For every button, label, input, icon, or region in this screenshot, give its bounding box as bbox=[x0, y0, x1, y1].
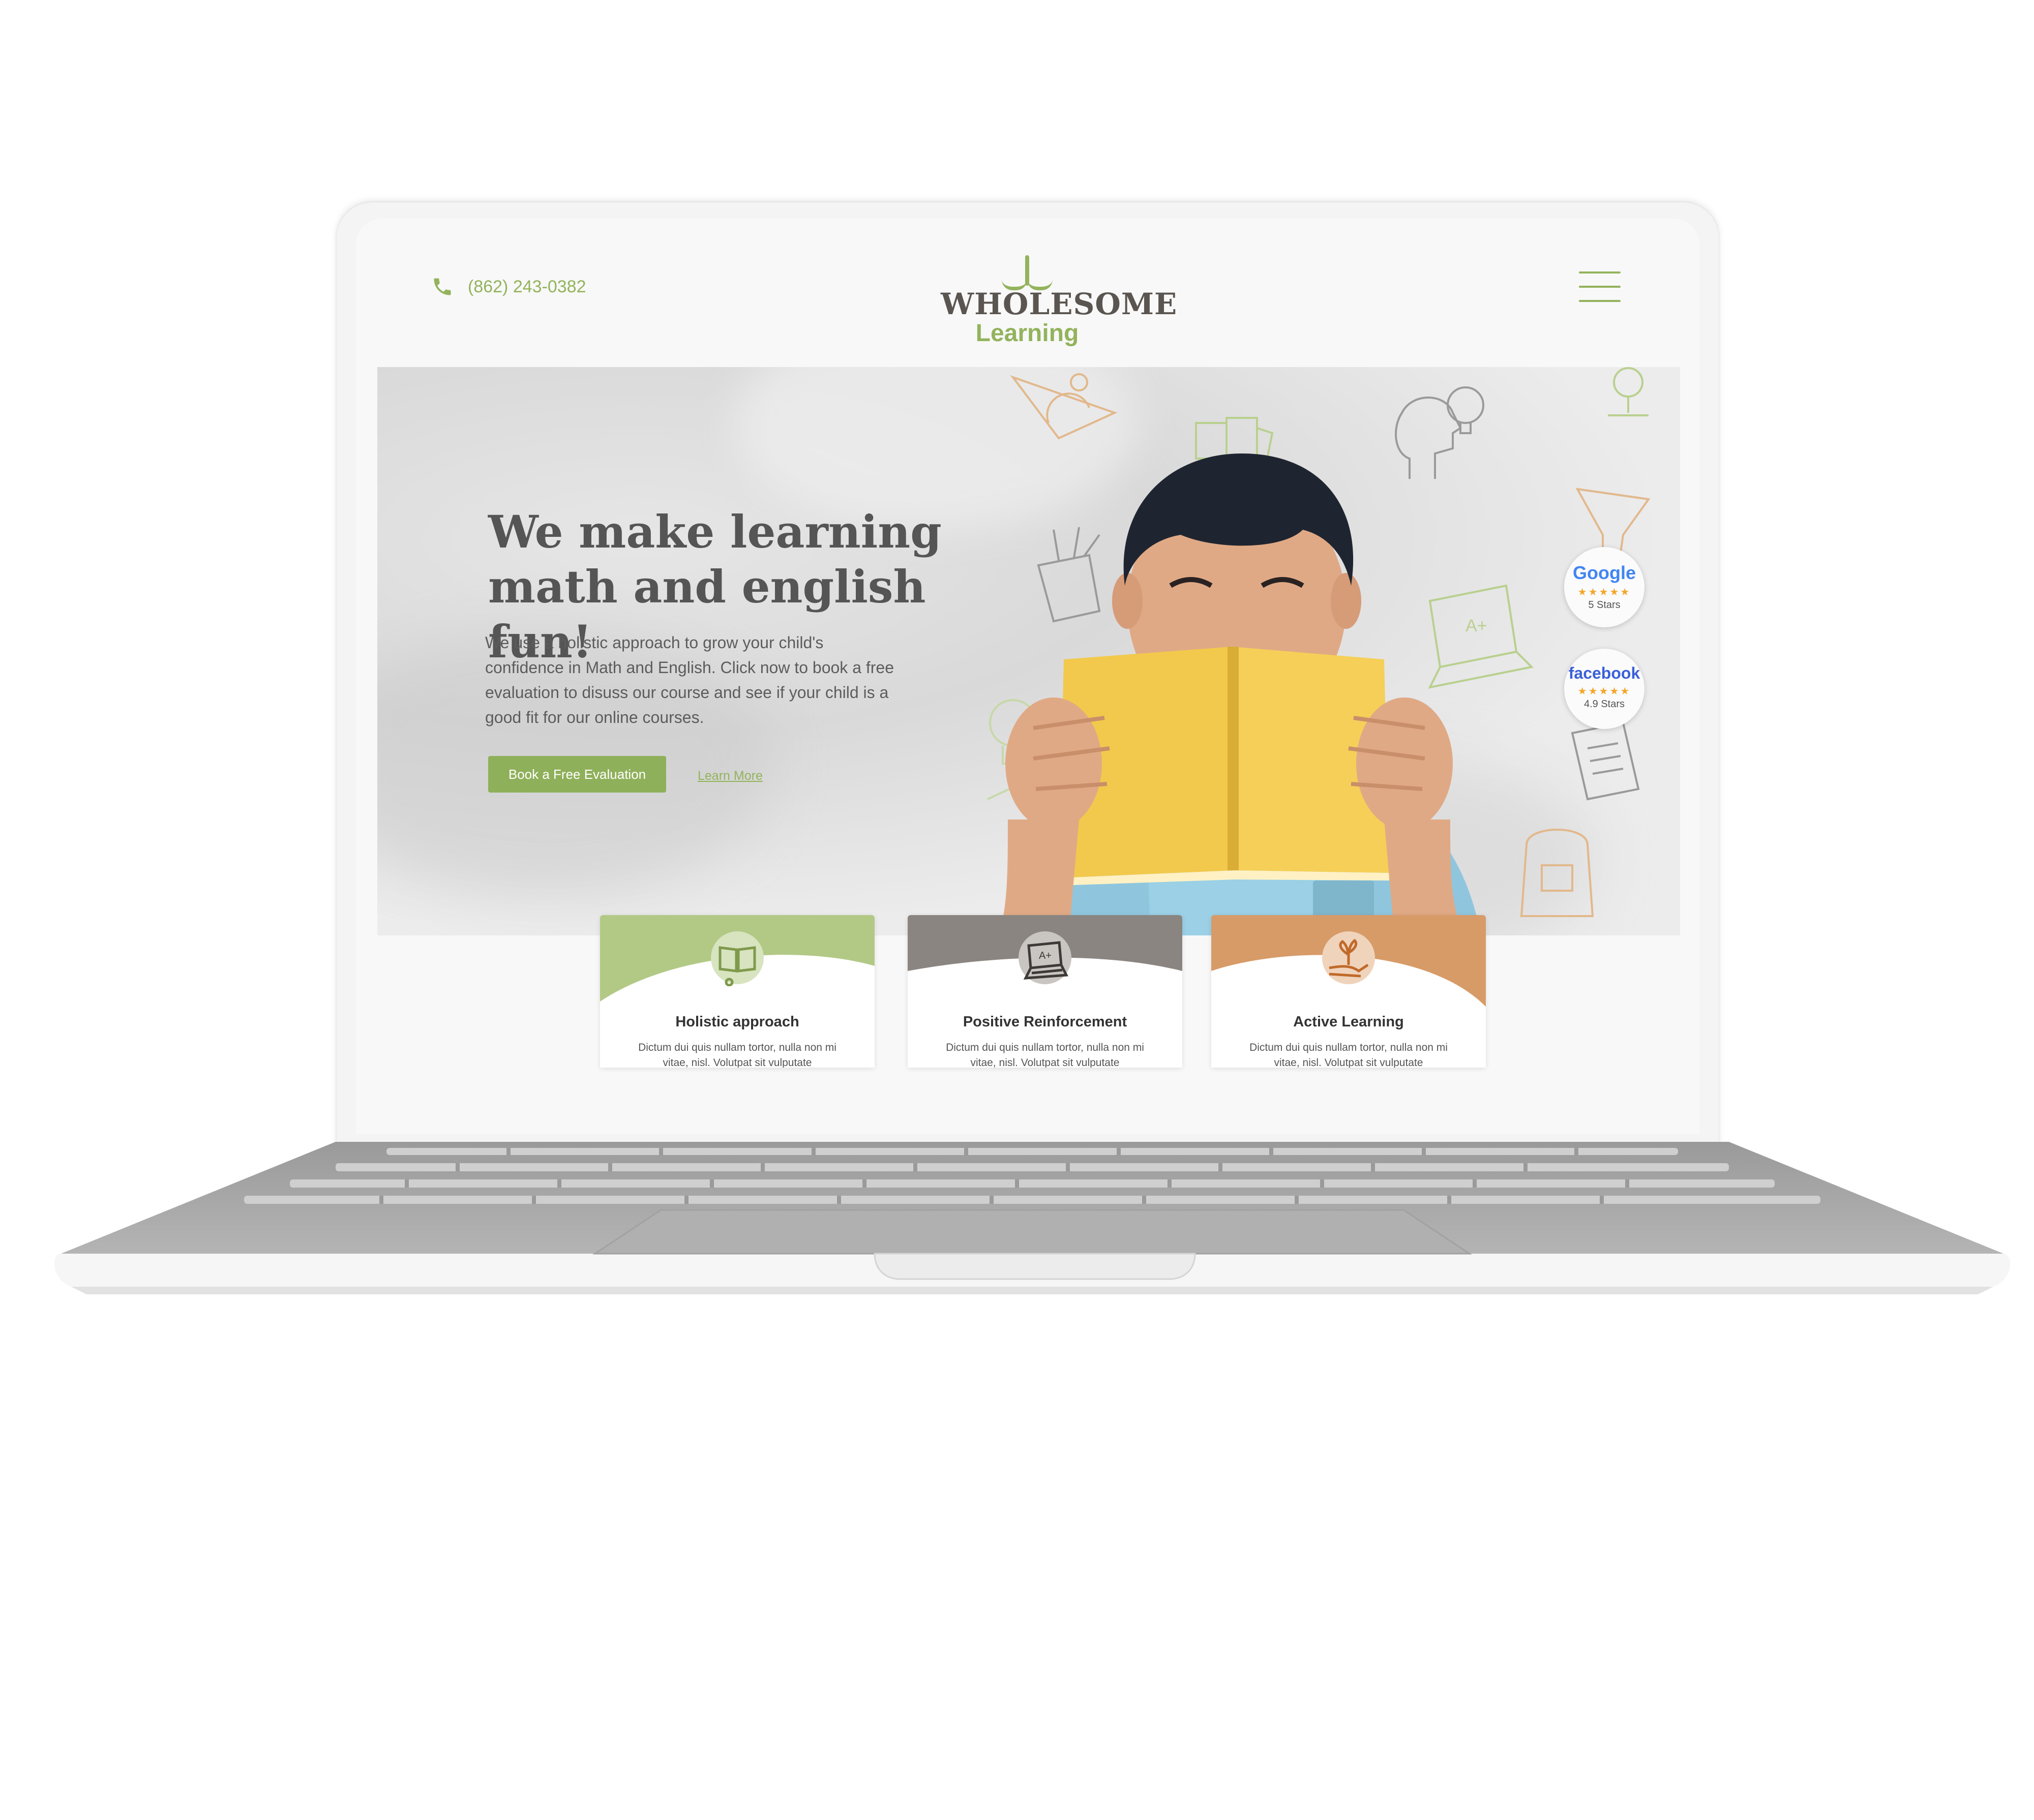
phone-number: (862) 243-0382 bbox=[468, 277, 586, 296]
card-title: Positive Reinforcement bbox=[963, 1014, 1127, 1030]
book-evaluation-button[interactable]: Book a Free Evaluation bbox=[488, 756, 666, 793]
feature-card-active-learning[interactable]: Active Learning Dictum dui quis nullam t… bbox=[1211, 915, 1486, 1068]
google-stars: ★★★★★ bbox=[1577, 587, 1631, 598]
facebook-rating-label: 4.9 Stars bbox=[1583, 699, 1625, 710]
feature-card-holistic[interactable]: Holistic approach Dictum dui quis nullam… bbox=[600, 915, 875, 1068]
svg-text:A+: A+ bbox=[1039, 950, 1052, 961]
card-title: Active Learning bbox=[1293, 1014, 1404, 1030]
globe-doodle-icon bbox=[1608, 367, 1649, 416]
feature-card-reinforcement[interactable]: A+ Positive Reinforcement Dictum dui qui… bbox=[908, 915, 1182, 1068]
hamburger-menu-icon[interactable] bbox=[1579, 271, 1621, 302]
phone-link[interactable]: (862) 243-0382 bbox=[431, 276, 586, 298]
laptop-screen: (862) 243-0382 WHOLESOME Learning A+ We … bbox=[356, 219, 1699, 1134]
hero-description: We use a holistic approach to grow your … bbox=[485, 633, 894, 726]
site-logo[interactable]: WHOLESOME Learning bbox=[941, 254, 1178, 351]
geometry-tools-doodle-icon bbox=[1010, 373, 1118, 440]
learn-more-link[interactable]: Learn More bbox=[698, 769, 763, 783]
facebook-rating-badge[interactable]: facebook ★★★★★ 4.9 Stars bbox=[1564, 649, 1644, 729]
google-rating-label: 5 Stars bbox=[1588, 599, 1621, 611]
logo-word-wholesome: WHOLESOME bbox=[941, 287, 1178, 321]
card-text: Dictum dui quis nullam tortor, nulla non… bbox=[638, 1042, 836, 1068]
backpack-doodle-icon bbox=[1520, 829, 1594, 917]
logo-word-learning: Learning bbox=[975, 320, 1079, 347]
laptop-keyboard-base bbox=[54, 1142, 2011, 1294]
card-title: Holistic approach bbox=[675, 1014, 799, 1030]
hero-section: A+ We make learning math and english fun… bbox=[377, 367, 1680, 935]
card-text: Dictum dui quis nullam tortor, nulla non… bbox=[946, 1042, 1144, 1068]
phone-icon bbox=[434, 278, 451, 295]
google-rating-badge[interactable]: Google ★★★★★ 5 Stars bbox=[1564, 547, 1644, 627]
plant-hand-icon bbox=[1322, 931, 1375, 984]
book-icon bbox=[711, 931, 764, 986]
facebook-stars: ★★★★★ bbox=[1577, 686, 1631, 697]
card-text: Dictum dui quis nullam tortor, nulla non… bbox=[1249, 1042, 1448, 1068]
boy-reading-book-image bbox=[998, 453, 1481, 935]
facebook-logo: facebook bbox=[1568, 664, 1640, 682]
google-logo: Google bbox=[1573, 562, 1636, 583]
laptop-icon: A+ bbox=[1019, 931, 1071, 984]
